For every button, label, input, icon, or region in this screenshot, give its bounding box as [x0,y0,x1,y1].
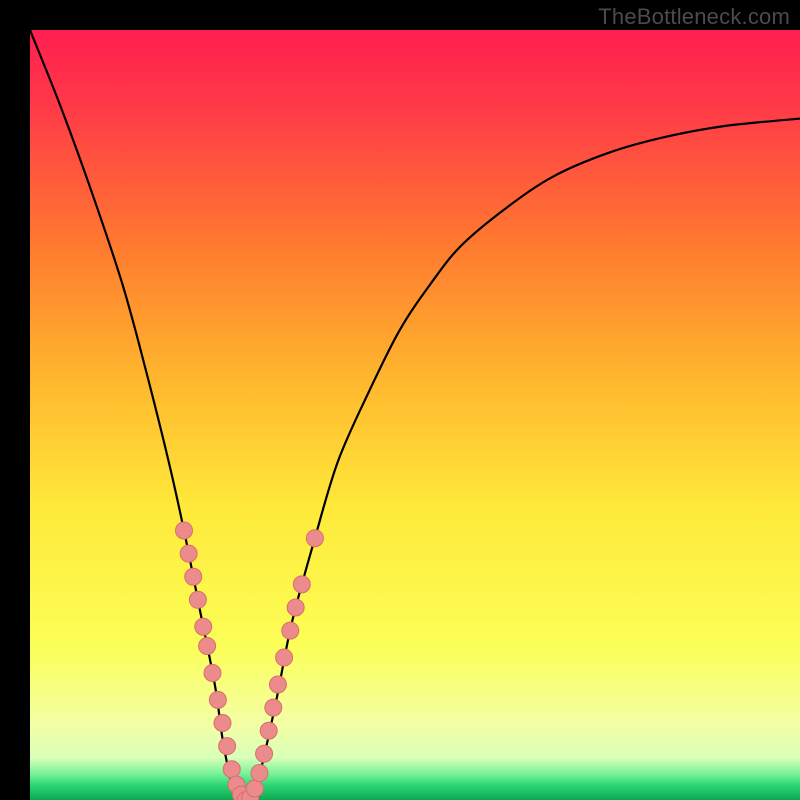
bottleneck-curve [30,30,800,800]
chart-svg [30,30,800,800]
curve-marker [195,618,212,635]
plot-area [30,30,800,800]
curve-marker [256,745,273,762]
curve-marker [185,568,202,585]
curve-marker [214,715,231,732]
curve-marker [199,638,216,655]
curve-marker [209,691,226,708]
curve-marker [260,722,277,739]
curve-marker [251,765,268,782]
curve-marker [180,545,197,562]
watermark-text: TheBottleneck.com [598,4,790,30]
curve-marker [287,599,304,616]
curve-marker [306,530,323,547]
curve-marker [265,699,282,716]
curve-marker [189,591,206,608]
curve-markers [176,522,324,800]
curve-marker [176,522,193,539]
curve-marker [293,576,310,593]
curve-marker [282,622,299,639]
curve-marker [223,761,240,778]
curve-marker [204,664,221,681]
curve-marker [276,649,293,666]
curve-marker [269,676,286,693]
chart-frame: TheBottleneck.com [0,0,800,800]
curve-marker [246,780,263,797]
curve-marker [219,738,236,755]
